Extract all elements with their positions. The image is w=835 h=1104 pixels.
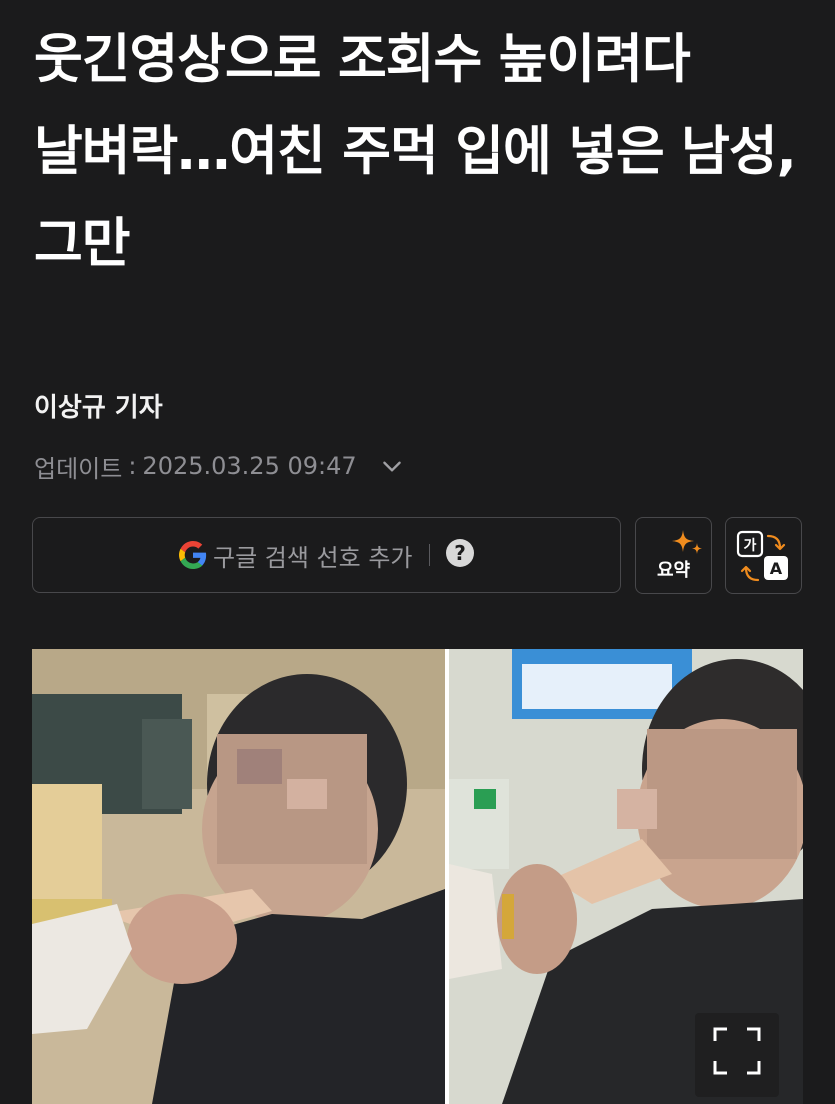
updated-separator: : [128, 452, 137, 480]
chevron-down-icon[interactable] [379, 453, 405, 479]
svg-text:가: 가 [744, 538, 757, 554]
article-headline: 웃긴영상으로 조회수 높이려다 날벼락…여친 주먹 입에 넣은 남성, 그만 [34, 29, 797, 274]
button-divider [428, 544, 431, 566]
fullscreen-expand-button[interactable] [695, 1013, 779, 1097]
translate-button[interactable]: 가 A [725, 517, 802, 594]
updated-label: 업데이트 [34, 454, 123, 483]
article-photo[interactable] [32, 649, 803, 1104]
reporter-byline[interactable]: 이상규 기자 [34, 387, 163, 424]
ai-summary-label: 요약 [656, 560, 691, 581]
article-page: 웃긴영상으로 조회수 높이려다 날벼락…여친 주먹 입에 넣은 남성, 그만 이… [0, 0, 835, 1104]
article-photo-image [32, 649, 803, 1104]
updated-time: 2025.03.25 09:47 [142, 452, 357, 480]
expand-icon [713, 1027, 761, 1075]
google-preferred-source-label: 구글 검색 선호 추가 [212, 543, 413, 572]
help-icon[interactable]: ? [446, 539, 475, 567]
ai-summary-button[interactable]: 요약 [635, 517, 712, 594]
google-preferred-source-button[interactable]: 구글 검색 선호 추가 ? [32, 517, 621, 593]
updated-timestamp-row[interactable]: 업데이트 : 2025.03.25 09:47 [34, 446, 405, 486]
google-logo-icon [178, 541, 207, 569]
translate-ga-a-icon: 가 A [736, 530, 788, 582]
svg-text:A: A [770, 559, 783, 578]
